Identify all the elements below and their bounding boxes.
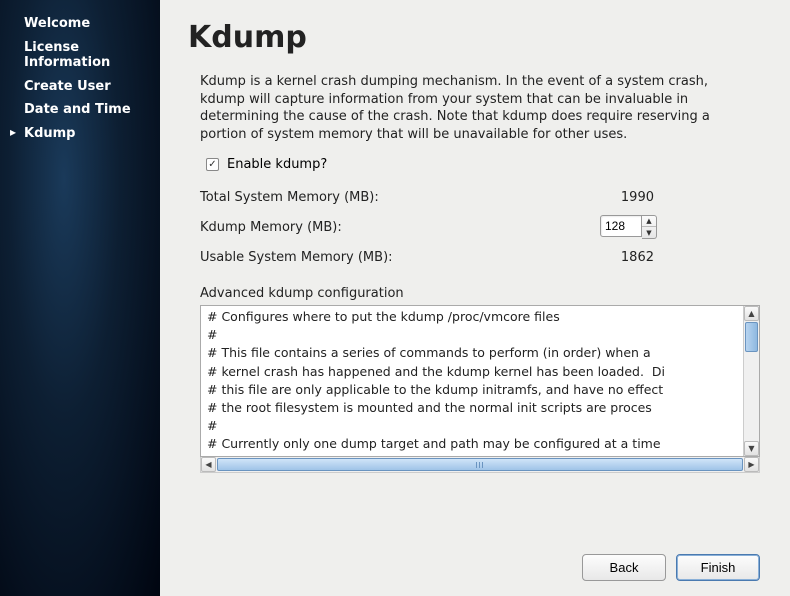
- sidebar: Welcome License Information Create User …: [0, 0, 160, 596]
- vertical-scrollbar[interactable]: ▲ ▼: [743, 306, 759, 456]
- advanced-config-textarea[interactable]: [201, 306, 743, 456]
- sidebar-item-kdump[interactable]: Kdump: [10, 122, 150, 146]
- footer-buttons: Back Finish: [582, 554, 760, 581]
- scroll-up-icon[interactable]: ▲: [744, 306, 759, 321]
- kdump-memory-label: Kdump Memory (MB):: [200, 220, 600, 235]
- spinner-up-icon[interactable]: ▲: [642, 216, 656, 227]
- back-button[interactable]: Back: [582, 554, 666, 581]
- total-memory-value: 1990: [600, 190, 654, 205]
- scroll-right-icon[interactable]: ▶: [744, 457, 759, 472]
- sidebar-item-welcome[interactable]: Welcome: [10, 12, 150, 36]
- spinner-down-icon[interactable]: ▼: [642, 227, 656, 238]
- enable-kdump-row[interactable]: ✓ Enable kdump?: [206, 157, 760, 172]
- page-description: Kdump is a kernel crash dumping mechanis…: [200, 73, 750, 143]
- kdump-memory-input[interactable]: [600, 215, 642, 237]
- scroll-down-icon[interactable]: ▼: [744, 441, 759, 456]
- enable-kdump-checkbox[interactable]: ✓: [206, 158, 219, 171]
- total-memory-label: Total System Memory (MB):: [200, 190, 600, 205]
- sidebar-item-date-time[interactable]: Date and Time: [10, 98, 150, 122]
- horizontal-scrollbar[interactable]: ◀ ▶: [200, 457, 760, 473]
- sidebar-item-license[interactable]: License Information: [10, 36, 150, 75]
- vertical-scroll-thumb[interactable]: [745, 322, 758, 352]
- memory-grid: Total System Memory (MB): 1990 Kdump Mem…: [200, 182, 760, 272]
- enable-kdump-label: Enable kdump?: [227, 157, 327, 172]
- finish-button[interactable]: Finish: [676, 554, 760, 581]
- sidebar-item-create-user[interactable]: Create User: [10, 75, 150, 99]
- main-panel: Kdump Kdump is a kernel crash dumping me…: [160, 0, 790, 596]
- scroll-left-icon[interactable]: ◀: [201, 457, 216, 472]
- page-title: Kdump: [188, 20, 760, 55]
- advanced-config-label: Advanced kdump configuration: [200, 286, 760, 301]
- horizontal-scroll-thumb[interactable]: [217, 458, 743, 471]
- usable-memory-label: Usable System Memory (MB):: [200, 250, 600, 265]
- usable-memory-value: 1862: [600, 250, 654, 265]
- kdump-memory-spinner[interactable]: ▲ ▼: [600, 215, 657, 239]
